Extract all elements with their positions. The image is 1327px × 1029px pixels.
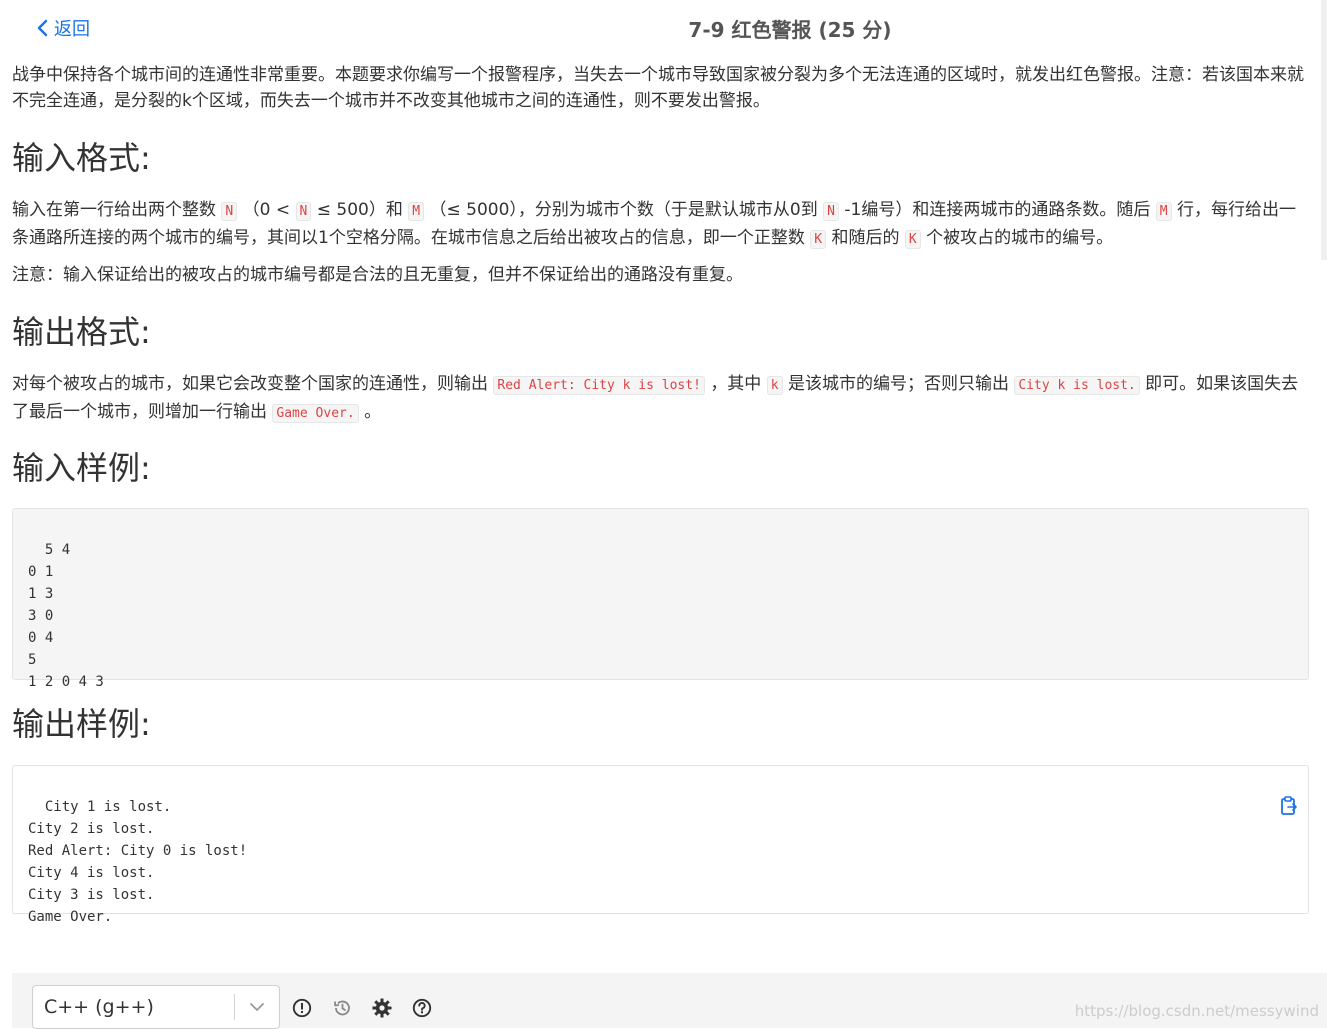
inline-code: N xyxy=(823,202,839,221)
sample-output-heading: 输出样例: xyxy=(12,702,151,746)
text-segment: -1编号）和连接两城市的通路条数。随后 xyxy=(844,200,1150,220)
sample-input-heading: 输入样例: xyxy=(12,446,151,490)
language-value: C++ (g++) xyxy=(33,996,234,1018)
sample-output-box: City 1 is lost. City 2 is lost. Red Aler… xyxy=(12,765,1309,914)
inline-code: M xyxy=(408,202,424,221)
text-segment: （0 < xyxy=(243,200,296,220)
text-segment: ，其中 xyxy=(710,374,761,394)
inline-code: M xyxy=(1156,202,1172,221)
history-icon[interactable] xyxy=(332,998,352,1018)
language-select[interactable]: C++ (g++) xyxy=(32,985,280,1029)
text-segment: ≤ 500）和 xyxy=(317,200,403,220)
output-format-heading: 输出格式: xyxy=(12,310,1312,354)
inline-code: Red Alert: City k is lost! xyxy=(493,376,705,395)
text-segment: 。 xyxy=(364,402,381,422)
text-segment: 是该城市的编号；否则只输出 xyxy=(788,374,1009,394)
text-segment: 个被攻占的城市的编号。 xyxy=(926,228,1113,248)
text-segment: 对每个被攻占的城市，如果它会改变整个国家的连通性，则输出 xyxy=(12,374,488,394)
sample-input-code: 5 4 0 1 1 3 3 0 0 4 5 1 2 0 4 3 xyxy=(28,542,104,690)
inline-code: N xyxy=(296,202,312,221)
input-format-note: 注意：输入保证给出的被攻占的城市编号都是合法的且无重复，但并不保证给出的通路没有… xyxy=(12,262,1312,288)
output-format-text: 对每个被攻占的城市，如果它会改变整个国家的连通性，则输出 Red Alert: … xyxy=(12,371,1312,427)
inline-code: K xyxy=(905,230,921,249)
chevron-down-icon[interactable] xyxy=(235,1002,279,1012)
problem-description: 战争中保持各个城市间的连通性非常重要。本题要求你编写一个报警程序，当失去一个城市… xyxy=(12,62,1312,114)
text-segment: （≤ 5000），分别为城市个数（于是默认城市从0到 xyxy=(430,200,818,220)
sample-input-box: 5 4 0 1 1 3 3 0 0 4 5 1 2 0 4 3 xyxy=(12,508,1309,680)
page-title: 7-9 红色警报 (25 分) xyxy=(0,14,1327,43)
help-icon[interactable] xyxy=(412,998,432,1018)
problem-content: 战争中保持各个城市间的连通性非常重要。本题要求你编写一个报警程序，当失去一个城市… xyxy=(12,58,1312,427)
clipboard-icon[interactable] xyxy=(1246,774,1298,845)
input-format-heading: 输入格式: xyxy=(12,136,1312,180)
scrollbar[interactable] xyxy=(1321,0,1327,260)
inline-code: K xyxy=(810,230,826,249)
inline-code: City k is lost. xyxy=(1014,376,1139,395)
input-format-text: 输入在第一行给出两个整数 N （0 < N ≤ 500）和 M （≤ 5000）… xyxy=(12,197,1312,253)
sample-output-code: City 1 is lost. City 2 is lost. Red Aler… xyxy=(28,799,247,925)
gear-icon[interactable] xyxy=(372,998,392,1018)
top-bar: 返回 7-9 红色警报 (25 分) xyxy=(0,0,1327,52)
watermark: https://blog.csdn.net/messywind xyxy=(1075,1002,1319,1020)
info-icon[interactable] xyxy=(292,998,312,1018)
text-segment: 输入在第一行给出两个整数 xyxy=(12,200,216,220)
inline-code: N xyxy=(221,202,237,221)
inline-code: k xyxy=(767,376,783,395)
inline-code: Game Over. xyxy=(272,404,358,423)
text-segment: 和随后的 xyxy=(831,228,899,248)
